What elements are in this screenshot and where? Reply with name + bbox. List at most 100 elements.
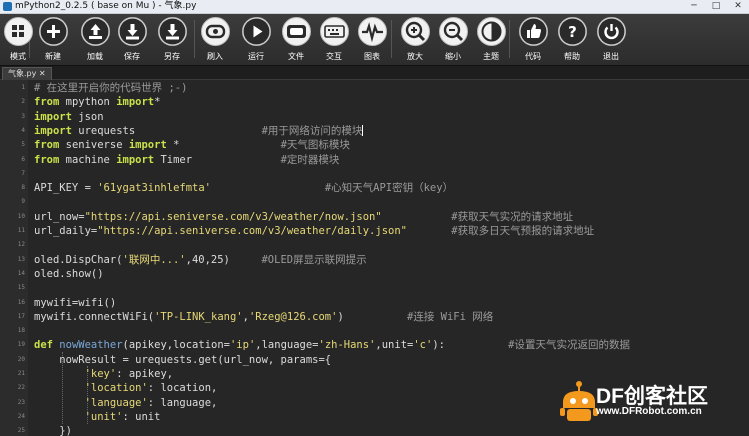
code-token: '联网中...' (122, 253, 186, 266)
toolbar-button-pulse[interactable]: 图表 (354, 17, 390, 63)
toolbar-button-play[interactable]: 运行 (238, 17, 274, 63)
upload-icon (82, 18, 109, 45)
code-token: "https://api.seniverse.com/v3/weather/da… (97, 225, 407, 237)
code-token: #设置天气实况返回的数据 (508, 339, 630, 352)
line-number: 5 (21, 141, 25, 149)
code-token: #用于网络访问的模块 (261, 124, 363, 137)
toolbar-button-flash[interactable]: 刷入 (197, 17, 233, 63)
line-number: 1 (21, 84, 25, 91)
code-line: 13 oled.DispChar('联网中...',40,25) #OLED屏显示… (0, 253, 749, 267)
toolbar-button-help[interactable]: ? 帮助 (554, 17, 590, 63)
toolbar-button-label: 退出 (603, 52, 619, 61)
line-number: 7 (21, 169, 25, 177)
line-number: 9 (21, 198, 25, 206)
download-icon (119, 18, 146, 45)
keyboard-icon (324, 25, 345, 38)
code-text: 'key': apikey, (34, 367, 174, 381)
code-text: url_now="https://api.seniverse.com/v3/we… (34, 210, 573, 224)
code-token: #天气图标模块 (280, 139, 350, 152)
code-token: * (166, 139, 281, 152)
code-line: 17 mywifi.connectWiFi('TP-LINK_kang','Rze… (0, 310, 749, 324)
code-token: json (71, 110, 104, 123)
toolbar-button-thumbs-up[interactable]: 代码 (515, 17, 551, 63)
code-text: mywifi=wifi() (34, 296, 116, 310)
window-title: mPython2_0.2.5 ( base on Mu ) - 气象.py (15, 1, 197, 11)
code-line: 12 (0, 238, 749, 252)
line-number: 12 (17, 241, 25, 249)
code-text: API_KEY = '61ygat3inhlefmta' #心知天气API密钥（… (34, 181, 453, 195)
help-icon: ? (559, 18, 586, 45)
code-line: 14 oled.show() (0, 267, 749, 281)
code-line: 7 (0, 167, 749, 181)
code-token: ) (337, 310, 408, 323)
code-token: : language, (147, 396, 218, 409)
robot-logo-icon (560, 381, 598, 421)
code-token: def (34, 339, 53, 352)
code-text: from machine import Timer #定时器模块 (34, 153, 339, 167)
code-token: machine (59, 153, 117, 166)
line-number: 16 (17, 298, 25, 306)
toolbar-button-label: 新建 (45, 52, 61, 61)
code-token: 'language' (84, 396, 148, 409)
close-window-button[interactable]: ✕ (727, 0, 749, 13)
code-text: def nowWeather(apikey,location='ip',lang… (34, 338, 630, 352)
line-number: 23 (17, 398, 25, 406)
code-text: }) (34, 424, 72, 436)
line-number: 17 (17, 312, 25, 320)
code-token: #心知天气API密钥（key） (324, 182, 454, 195)
line-number: 11 (17, 227, 25, 234)
minimize-button[interactable]: ─ (683, 0, 705, 13)
code-text: import json (34, 110, 104, 124)
code-token: oled.DispChar( (34, 253, 123, 266)
code-text: mywifi.connectWiFi('TP-LINK_kang','Rzeg@… (34, 310, 493, 324)
line-number: 20 (17, 355, 25, 363)
pulse-icon (362, 22, 383, 43)
line-number: 18 (17, 327, 25, 335)
code-line: 9 (0, 195, 749, 209)
code-token: #连接 WiFi 网络 (407, 310, 494, 323)
toolbar-button-zoom-out[interactable]: 缩小 (435, 17, 471, 63)
code-line: 10 url_now="https://api.seniverse.com/v3/… (0, 210, 749, 224)
code-token: ,language= (255, 339, 319, 352)
code-text: nowResult = urequests.get(url_now, param… (34, 353, 331, 367)
code-line: 18 (0, 324, 749, 338)
code-token: 'zh-Hans' (318, 339, 376, 352)
code-line: 8 API_KEY = '61ygat3inhlefmta' #心知天气API密钥… (0, 181, 749, 195)
toolbar-button-plus[interactable]: 新建 (35, 17, 71, 63)
toolbar: 模式 新建 加载 保存 另存 刷入 运行 文件 交互 图表 放大 缩小 主题 代码? 帮助 退出 (0, 14, 749, 66)
toolbar-button-power[interactable]: 退出 (593, 17, 629, 63)
line-number: 8 (21, 184, 25, 192)
toolbar-button-download[interactable]: 另存 (154, 17, 190, 63)
code-token: 'Rzeg@126.com' (248, 310, 338, 323)
line-number: 3 (21, 112, 25, 120)
tab-bar: 气象.py ✕ (0, 66, 749, 80)
code-token: 'key' (84, 368, 117, 380)
line-number: 6 (21, 155, 25, 163)
code-text: 'unit': unit (34, 410, 161, 424)
code-token: Timer (154, 153, 281, 166)
toolbar-button-download[interactable]: 保存 (114, 17, 150, 63)
toolbar-button-files[interactable]: 文件 (278, 17, 314, 63)
line-number: 15 (17, 284, 25, 292)
code-line: 2 from mpython import* (0, 95, 749, 109)
theme-icon (481, 21, 502, 42)
code-text: from seniverse import * #天气图标模块 (34, 138, 350, 152)
code-token: 'location' (84, 382, 148, 395)
code-line: 3 import json (0, 110, 749, 124)
tab-qixiang-py[interactable]: 气象.py ✕ (2, 67, 52, 80)
toolbar-button-theme[interactable]: 主题 (473, 17, 509, 63)
toolbar-button-zoom-in[interactable]: 放大 (397, 17, 433, 63)
line-number: 2 (21, 98, 25, 106)
code-token: '61ygat3inhlefmta' (97, 182, 212, 195)
code-line: 11 url_daily="https://api.seniverse.com/v… (0, 224, 749, 238)
code-token: ,unit= (375, 339, 414, 352)
code-token: 'ip' (229, 339, 256, 352)
maximize-button[interactable]: □ (705, 0, 727, 13)
code-token: #获取天气实况的请求地址 (451, 210, 574, 223)
code-token: #OLED屏显示联网提示 (261, 253, 367, 266)
toolbar-button-keyboard[interactable]: 交互 (316, 17, 352, 63)
